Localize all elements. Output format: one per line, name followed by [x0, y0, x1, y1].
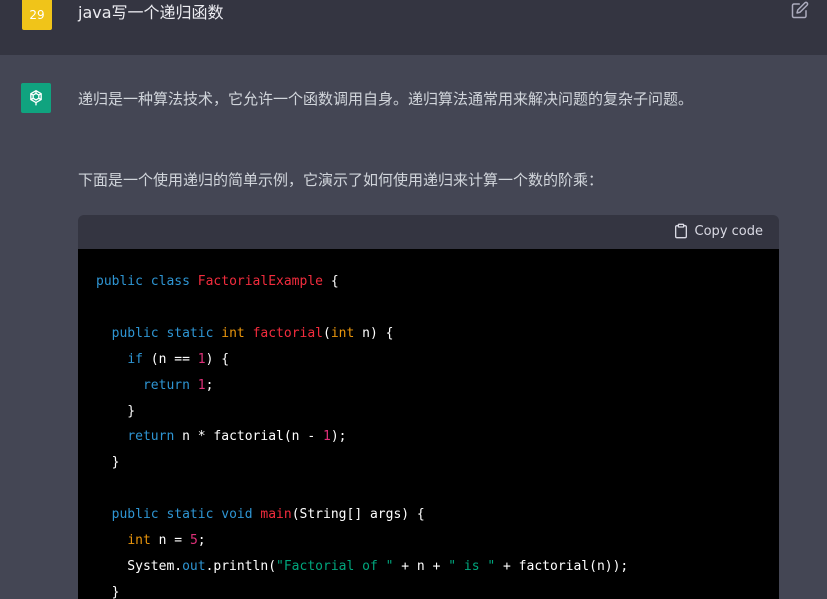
edit-icon[interactable]	[791, 1, 809, 19]
copy-code-button[interactable]: Copy code	[673, 223, 763, 239]
code-text: public class FactorialExample { public s…	[96, 274, 629, 599]
code-block-header: Copy code	[78, 215, 779, 249]
user-avatar: 29	[22, 0, 52, 30]
clipboard-icon	[674, 223, 687, 239]
assistant-paragraph-example: 下面是一个使用递归的简单示例，它演示了如何使用递归来计算一个数的阶乘：	[78, 171, 604, 189]
assistant-paragraph-intro: 递归是一种算法技术，它允许一个函数调用自身。递归算法通常用来解决问题的复杂子问题…	[78, 90, 694, 108]
assistant-avatar	[21, 83, 51, 113]
user-message-row: 29 java写一个递归函数	[0, 0, 827, 55]
code-block: Copy code public class FactorialExample …	[78, 215, 779, 599]
openai-logo-icon	[30, 90, 42, 106]
copy-code-label: Copy code	[694, 223, 763, 239]
user-message-text: java写一个递归函数	[78, 3, 224, 22]
code-body: public class FactorialExample { public s…	[78, 249, 779, 599]
